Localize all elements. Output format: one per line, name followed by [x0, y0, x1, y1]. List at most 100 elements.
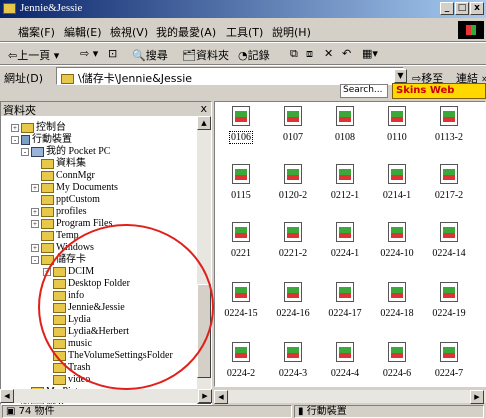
tree-node[interactable]: 資料集	[41, 158, 86, 170]
scroll-right-arrow-icon[interactable]: ▶	[470, 390, 484, 404]
file-item[interactable]: 0115	[215, 164, 267, 214]
file-item[interactable]: 0224-14	[423, 222, 475, 272]
image-file-icon	[336, 164, 354, 184]
tree-node[interactable]: ConnMgr	[41, 170, 95, 182]
image-file-icon	[232, 342, 250, 362]
file-item[interactable]: 0221-2	[267, 222, 319, 272]
views-icon[interactable]: ▦▾	[362, 47, 378, 60]
tree-node[interactable]: pptCustom	[41, 194, 100, 206]
tree-node[interactable]: Temp	[41, 230, 79, 242]
folder-pane-hscrollbar[interactable]: ◀ ▶	[0, 389, 212, 403]
file-item[interactable]: 0107	[267, 106, 319, 156]
tree-node[interactable]: - 儲存卡	[31, 254, 86, 266]
history-button[interactable]: ◔記錄	[238, 47, 270, 63]
forward-button[interactable]: ⇨ ▾	[80, 47, 98, 60]
image-file-icon	[284, 342, 302, 362]
file-item[interactable]: 0212-1	[319, 164, 371, 214]
tree-node[interactable]: Trash	[53, 362, 90, 374]
file-item[interactable]: 0224-2	[215, 342, 267, 386]
folder-icon	[53, 326, 66, 337]
tree-node[interactable]: music	[53, 338, 92, 350]
menu-view[interactable]: 檢視(V)	[110, 24, 148, 40]
file-item[interactable]: 0224-6	[371, 342, 423, 386]
file-item[interactable]: 0221	[215, 222, 267, 272]
history-icon: ◔	[238, 49, 248, 62]
scroll-left-arrow-icon[interactable]: ◀	[214, 390, 228, 404]
file-item[interactable]: 0224-17	[319, 282, 371, 332]
tree-node[interactable]: + My Documents	[31, 182, 118, 194]
skins-web-button[interactable]: Skins Web	[392, 83, 486, 99]
back-button[interactable]: ⇦上一頁 ▾	[8, 47, 59, 63]
tree-node[interactable]: Desktop Folder	[53, 278, 130, 290]
tree-node[interactable]: Lydia	[53, 314, 91, 326]
tree-node[interactable]: + 控制台	[11, 122, 66, 134]
search-button[interactable]: 🔍搜尋	[132, 47, 168, 63]
menu-tools[interactable]: 工具(T)	[226, 24, 263, 40]
file-item[interactable]: 0224-19	[423, 282, 475, 332]
image-file-icon	[440, 164, 458, 184]
image-file-icon	[388, 222, 406, 242]
tree-node[interactable]: + DCIM	[43, 266, 94, 278]
tree-node[interactable]: TheVolumeSettingsFolder	[53, 350, 173, 362]
undo-icon[interactable]: ↶	[342, 47, 351, 60]
status-location: ▮ 行動裝置	[294, 405, 484, 418]
folder-pane-header: 資料夾 x	[1, 102, 211, 117]
move-to-icon[interactable]: ⧉	[290, 47, 298, 61]
menu-favorites[interactable]: 我的最愛(A)	[156, 24, 216, 40]
file-item[interactable]: 0224-10	[371, 222, 423, 272]
scroll-up-arrow-icon[interactable]: ▲	[197, 116, 211, 130]
close-button[interactable]: x	[470, 2, 484, 15]
tree-node[interactable]: - 行動裝置	[11, 134, 72, 146]
file-item[interactable]: 0110	[371, 106, 423, 156]
tree-node[interactable]: video	[53, 374, 90, 386]
scroll-right-arrow-icon[interactable]: ▶	[198, 389, 212, 403]
file-item[interactable]: 0113-2	[423, 106, 475, 156]
tree-node[interactable]: + profiles	[31, 206, 87, 218]
file-item[interactable]: 0224-4	[319, 342, 371, 386]
file-item[interactable]: 0224-1	[319, 222, 371, 272]
tree-node[interactable]: - 我的 Pocket PC	[21, 146, 110, 158]
file-item[interactable]: 0120-2	[267, 164, 319, 214]
image-file-icon	[336, 282, 354, 302]
file-item[interactable]: 0224-16	[267, 282, 319, 332]
address-dropdown-button[interactable]: ▼	[394, 69, 407, 83]
menu-edit[interactable]: 編輯(E)	[64, 24, 102, 40]
file-item[interactable]: 0224-7	[423, 342, 475, 386]
image-file-icon	[336, 342, 354, 362]
tree-node[interactable]: Jennie&Jessie	[53, 302, 125, 314]
pocket-pc-icon	[31, 146, 44, 157]
menu-help[interactable]: 說明(H)	[272, 24, 311, 40]
folder-icon	[41, 158, 54, 169]
title-bar: Jennie&Jessie _ □ x	[0, 0, 486, 18]
tree-node[interactable]: + Windows	[31, 242, 94, 254]
scroll-left-arrow-icon[interactable]: ◀	[0, 389, 14, 403]
file-item[interactable]: 0224-18	[371, 282, 423, 332]
folders-button[interactable]: 🗂資料夾	[182, 47, 229, 63]
up-folder-icon[interactable]: ⊡	[108, 47, 117, 60]
folder-icon	[53, 362, 66, 373]
file-item[interactable]: 0217-2	[423, 164, 475, 214]
scroll-thumb[interactable]	[197, 284, 211, 378]
copy-to-icon[interactable]: ⧈	[306, 47, 313, 61]
delete-icon[interactable]: ✕	[324, 47, 333, 60]
file-item[interactable]: 0224-15	[215, 282, 267, 332]
image-file-icon	[440, 106, 458, 126]
minimize-button[interactable]: _	[440, 2, 454, 15]
folder-icon	[53, 314, 66, 325]
folder-pane-scrollbar[interactable]: ▲ ▼	[197, 116, 211, 404]
maximize-button[interactable]: □	[455, 2, 469, 15]
menu-file[interactable]: 檔案(F)	[18, 24, 55, 40]
address-input[interactable]: \儲存卡\Jennie&Jessie	[56, 67, 404, 85]
file-item[interactable]: 0224-3	[267, 342, 319, 386]
tree-node[interactable]: Lydia&Herbert	[53, 326, 129, 338]
file-pane-hscrollbar[interactable]: ◀ ▶	[214, 389, 486, 404]
folder-tree: + 控制台 - 行動裝置 - 我的 Pocket PC 資料集 ConnMgr + My…	[1, 116, 197, 404]
image-file-icon	[440, 282, 458, 302]
tree-node[interactable]: + Program Files	[31, 218, 112, 230]
file-item[interactable]: 0108	[319, 106, 371, 156]
close-pane-button[interactable]: x	[200, 102, 207, 115]
search-input[interactable]: Search...	[340, 84, 388, 98]
file-item[interactable]: 0214-1	[371, 164, 423, 214]
tree-node[interactable]: info	[53, 290, 84, 302]
file-item[interactable]: 0106	[215, 106, 267, 156]
